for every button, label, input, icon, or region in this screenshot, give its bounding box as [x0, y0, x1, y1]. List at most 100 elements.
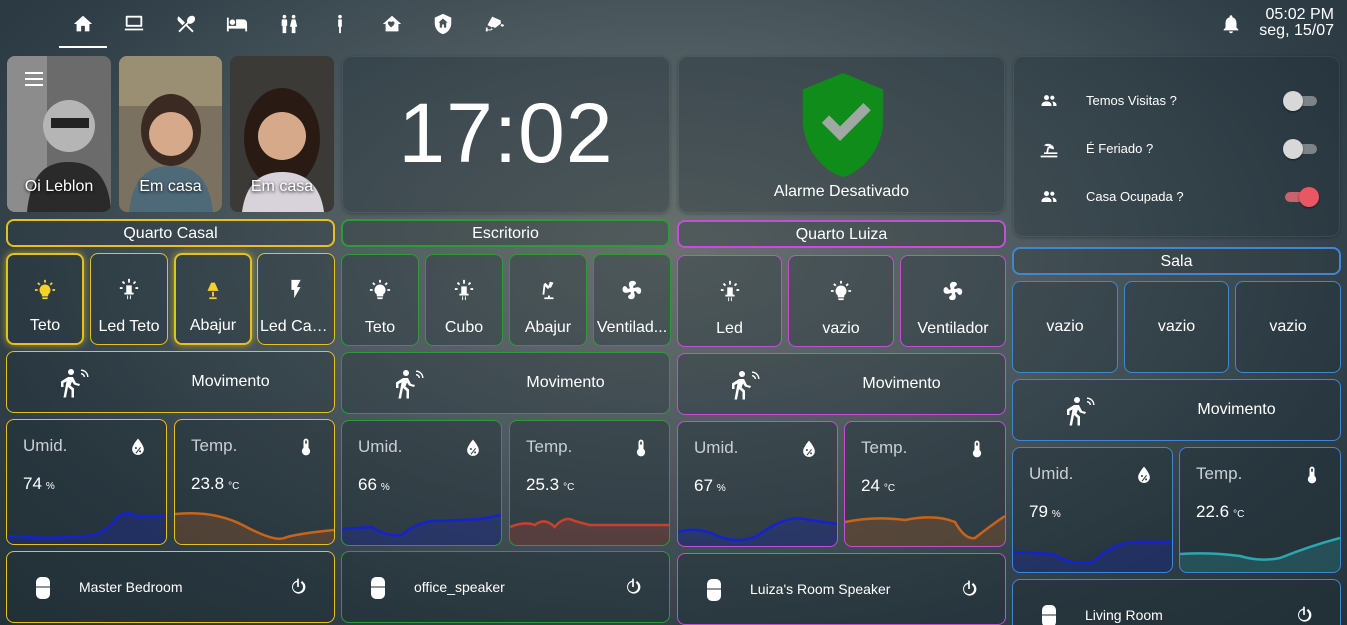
humidity-graph: [1013, 540, 1172, 572]
light-button-abajur[interactable]: Abajur: [174, 253, 252, 345]
house-mode-card: Temos Visitas ? É Feriado ? Casa Ocupada…: [1013, 56, 1340, 237]
visitors-toggle[interactable]: [1283, 91, 1319, 111]
light-button-led-cama[interactable]: Led Cama: [257, 253, 335, 345]
motion-sensor-quarto-casal[interactable]: Movimento: [6, 351, 335, 413]
holiday-toggle[interactable]: [1283, 139, 1319, 159]
flash-icon: [291, 279, 301, 299]
motion-sensor-icon: [61, 369, 89, 398]
water-percent-icon: [803, 440, 815, 457]
button-label: vazio: [1046, 318, 1084, 335]
sensor-title: Temp.: [1196, 464, 1243, 483]
thermometer-icon: [301, 438, 311, 456]
tab-cameras[interactable]: [471, 0, 519, 48]
humidity-sensor-escritorio[interactable]: Umid. 66%: [341, 420, 502, 546]
humidity-graph: [7, 512, 166, 544]
speaker-card-quarto-luiza[interactable]: Luiza's Room Speaker: [677, 553, 1006, 625]
sensor-value: 74%: [23, 474, 55, 493]
light-button-led[interactable]: Led: [677, 255, 782, 347]
temperature-sensor-escritorio[interactable]: Temp. 25.3 °C: [509, 420, 670, 546]
desktop-icon: [124, 15, 144, 31]
speaker-card-quarto-casal[interactable]: Master Bedroom: [6, 551, 335, 623]
power-icon[interactable]: [623, 577, 643, 597]
header-clock: 05:02 PM seg, 15/07: [1259, 7, 1334, 39]
light-button-abajur[interactable]: Abajur: [509, 254, 587, 346]
alarm-card[interactable]: Alarme Desativado: [678, 56, 1005, 213]
toggle-row-visitors: Temos Visitas ?: [1034, 89, 1319, 113]
button-vazio-1[interactable]: vazio: [1012, 281, 1118, 373]
tab-bedroom[interactable]: [213, 0, 261, 48]
account-group-icon: [1041, 95, 1057, 106]
tab-kids[interactable]: [316, 0, 364, 48]
led-bulb-icon: [454, 279, 474, 301]
power-icon[interactable]: [959, 579, 979, 599]
thermometer-icon: [1307, 466, 1317, 484]
clock-time: 17:02: [398, 86, 614, 180]
humidity-sensor-quarto-casal[interactable]: Umid. 74%: [6, 419, 167, 545]
sensor-value: 66%: [358, 475, 390, 494]
room-header-quarto-casal: Quarto Casal: [6, 219, 335, 247]
power-icon[interactable]: [1294, 605, 1314, 625]
light-button-teto[interactable]: Teto: [341, 254, 419, 346]
button-label: Led: [716, 320, 743, 337]
human-male-female-icon: [281, 14, 298, 34]
sensor-title: Umid.: [1029, 464, 1074, 483]
speaker-card-escritorio[interactable]: office_speaker: [341, 551, 670, 623]
clock-card: 17:02: [342, 56, 670, 213]
temperature-sensor-sala[interactable]: Temp. 22.6 °C: [1179, 447, 1341, 573]
person-card-1[interactable]: Oi Leblon: [7, 56, 111, 212]
tab-office[interactable]: [110, 0, 158, 48]
fan-button-ventilador[interactable]: Ventilad...: [593, 254, 671, 346]
temperature-sensor-quarto-luiza[interactable]: Temp. 24 °C: [844, 421, 1006, 547]
motion-sensor-quarto-luiza[interactable]: Movimento: [677, 353, 1006, 415]
tab-security[interactable]: [419, 0, 467, 48]
motion-label: Movimento: [1197, 401, 1276, 418]
account-group-icon: [1041, 191, 1057, 202]
fan-button-ventilador[interactable]: Ventilador: [900, 255, 1006, 347]
person-status: Oi Leblon: [24, 178, 94, 195]
motion-sensor-escritorio[interactable]: Movimento: [341, 352, 670, 414]
room-header-quarto-luiza: Quarto Luiza: [677, 220, 1006, 248]
tab-bathroom[interactable]: [265, 0, 313, 48]
humidity-sensor-sala[interactable]: Umid. 79%: [1012, 447, 1173, 573]
light-button-teto[interactable]: Teto: [6, 253, 84, 345]
motion-sensor-sala[interactable]: Movimento: [1012, 379, 1341, 441]
lightbulb-on-icon: [830, 280, 852, 301]
speaker-card-sala[interactable]: Living Room: [1012, 579, 1341, 625]
motion-sensor-icon: [396, 370, 424, 399]
home-heart-icon: [382, 15, 402, 32]
tab-kitchen[interactable]: [162, 0, 210, 48]
speaker-icon: [371, 577, 385, 599]
speaker-name: Living Room: [1085, 607, 1163, 623]
light-button-cubo[interactable]: Cubo: [425, 254, 503, 346]
temperature-sensor-quarto-casal[interactable]: Temp. 23.8 °C: [174, 419, 335, 545]
motion-label: Movimento: [191, 373, 270, 390]
person-card-2[interactable]: Em casa: [119, 56, 222, 212]
silverware-icon: [177, 15, 196, 33]
temperature-graph: [175, 511, 334, 544]
menu-icon[interactable]: [25, 72, 43, 86]
notifications-bell-icon[interactable]: [1220, 13, 1242, 35]
button-label: Abajur: [189, 317, 237, 334]
speaker-icon: [36, 577, 50, 599]
sensor-title: Umid.: [358, 437, 403, 456]
humidity-sensor-quarto-luiza[interactable]: Umid. 67%: [677, 421, 838, 547]
light-button-led-teto[interactable]: Led Teto: [90, 253, 168, 345]
tab-family[interactable]: [368, 0, 416, 48]
power-icon[interactable]: [288, 577, 308, 597]
light-button-vazio[interactable]: vazio: [788, 255, 894, 347]
water-percent-icon: [1138, 466, 1150, 483]
motion-label: Movimento: [862, 375, 941, 392]
speaker-icon: [1042, 605, 1056, 625]
tab-home[interactable]: [59, 0, 107, 48]
button-vazio-3[interactable]: vazio: [1235, 281, 1341, 373]
shield-home-icon: [434, 13, 452, 35]
button-label: vazio: [1157, 318, 1196, 335]
home-icon: [73, 15, 93, 32]
occupied-toggle[interactable]: [1283, 187, 1319, 207]
person-card-3[interactable]: Em casa: [230, 56, 334, 212]
button-label: Ventilador: [917, 320, 989, 337]
button-vazio-2[interactable]: vazio: [1124, 281, 1229, 373]
temperature-graph: [510, 517, 669, 545]
person-status: Em casa: [139, 178, 202, 195]
toggle-label: É Feriado ?: [1086, 141, 1154, 156]
